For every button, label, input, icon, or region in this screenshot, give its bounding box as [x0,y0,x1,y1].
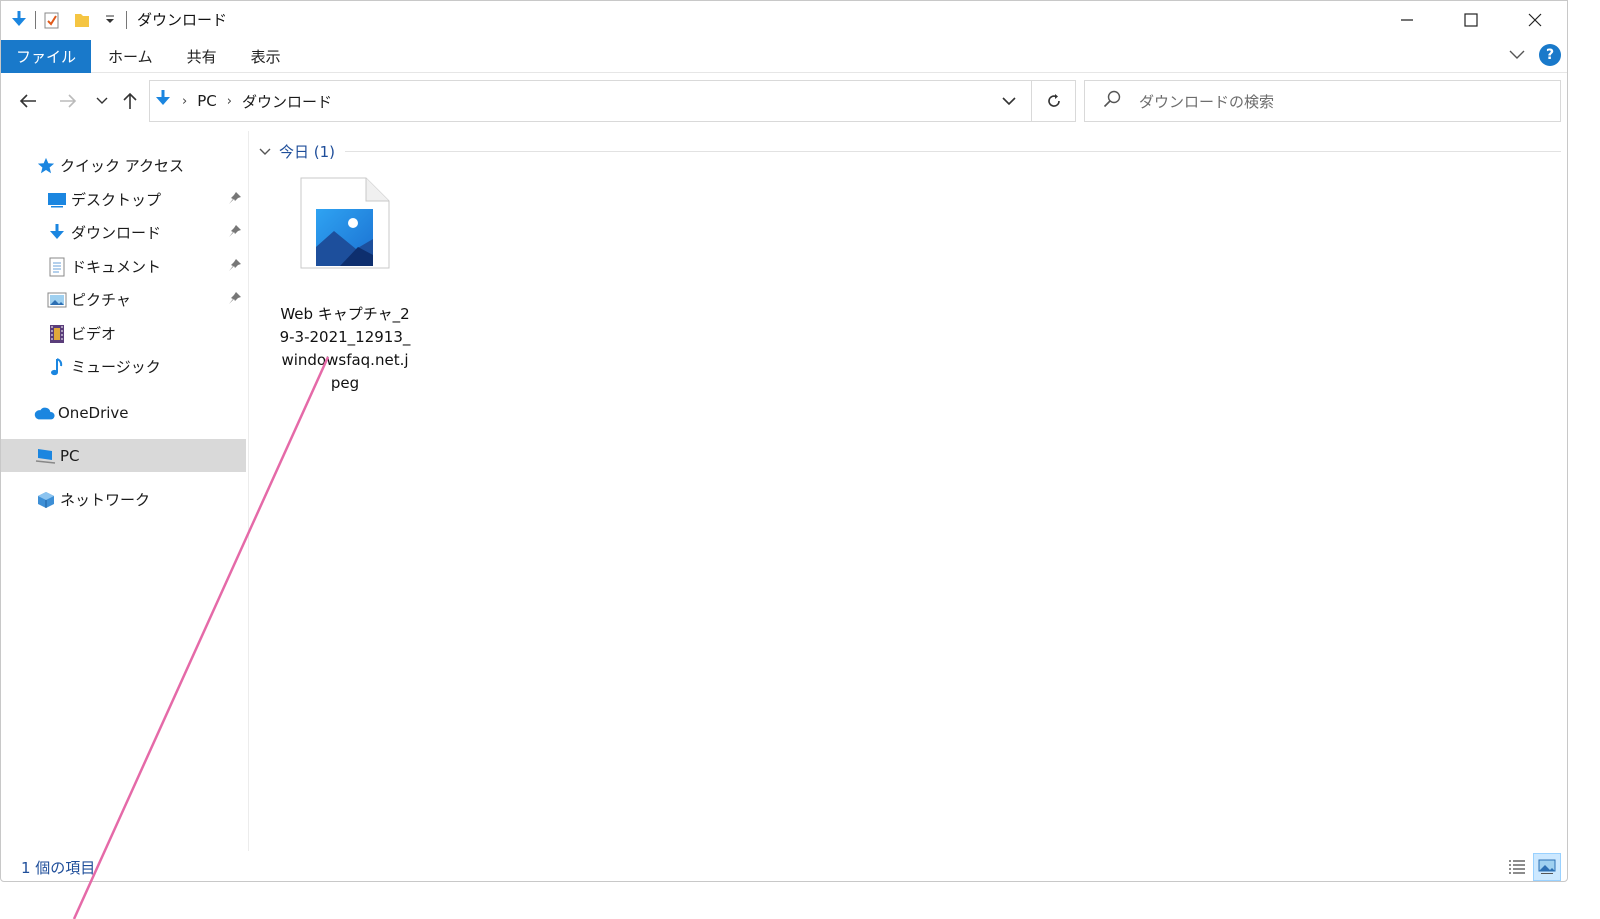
download-location-icon [154,89,172,113]
quick-access-dropdown-icon[interactable] [100,10,120,30]
desktop-icon [46,189,68,211]
pin-icon[interactable] [228,191,242,209]
expand-ribbon-icon[interactable] [1509,46,1525,64]
nav-item-desktop[interactable]: デスクトップ [1,183,246,216]
nav-item-label: PC [60,446,80,465]
explorer-window: ダウンロード ファイル ホーム 共有 表示 ? › PC › ダウンロード ダウ… [0,0,1568,882]
network-icon [35,489,57,511]
nav-item-label: ミュージック [71,358,161,376]
pin-icon[interactable] [228,224,242,242]
nav-item-label: OneDrive [58,403,129,422]
window-controls [1375,1,1567,38]
quick-access-separator [35,10,36,29]
picture-icon [46,289,68,311]
nav-item-downloads[interactable]: ダウンロード [1,216,246,249]
minimize-button[interactable] [1375,1,1439,38]
download-arrow-icon [9,10,29,30]
properties-icon[interactable] [42,10,62,30]
nav-item-label: ドキュメント [71,258,162,276]
tab-view[interactable]: 表示 [234,40,298,73]
nav-item-onedrive[interactable]: OneDrive [1,396,246,429]
address-row: › PC › ダウンロード ダウンロードの検索 [1,78,1567,124]
video-icon [46,323,68,345]
search-icon [1103,90,1121,112]
nav-item-videos[interactable]: ビデオ [1,317,246,350]
nav-item-label: ピクチャ [71,291,131,309]
nav-item-music[interactable]: ミュージック [1,350,246,383]
ribbon-tabs: ファイル ホーム 共有 表示 ? [1,39,1567,73]
nav-quick-access-label: クイック アクセス [60,157,185,175]
group-label: 今日 (1) [279,142,336,161]
nav-item-documents[interactable]: ドキュメント [1,250,246,283]
group-header-today[interactable]: 今日 (1) [259,139,1561,163]
window-title: ダウンロード [137,11,228,29]
nav-item-pictures[interactable]: ピクチャ [1,283,246,316]
refresh-button[interactable] [1031,81,1075,121]
details-view-button[interactable] [1503,853,1531,881]
pin-icon[interactable] [228,291,242,309]
nav-item-label: デスクトップ [71,191,162,209]
title-separator [126,10,127,29]
help-button[interactable]: ? [1539,44,1561,66]
back-button[interactable] [17,90,39,112]
nav-item-label: ネットワーク [60,491,151,509]
ribbon-right-controls: ? [1509,44,1561,66]
chevron-down-icon[interactable] [259,142,271,160]
tab-home[interactable]: ホーム [91,40,170,73]
star-icon [35,155,57,177]
status-bar: 1 個の項目 [1,853,1567,881]
close-button[interactable] [1503,1,1567,38]
document-icon [46,256,68,278]
music-icon [46,356,68,378]
large-icons-view-button[interactable] [1533,853,1561,881]
breadcrumb-chevron-icon[interactable]: › [182,94,187,109]
navigation-pane: クイック アクセス デスクトップ ダウンロード ドキュメント ピクチャ ビデオ … [1,131,249,851]
pin-icon[interactable] [228,258,242,276]
new-folder-icon[interactable] [72,10,92,30]
breadcrumb-chevron-icon[interactable]: › [227,94,232,109]
group-divider [345,150,1561,152]
file-item[interactable]: Web キャプチャ_29-3-2021_12913_windowsfaq.net… [279,177,411,399]
nav-item-label: ビデオ [71,325,117,343]
search-placeholder: ダウンロードの検索 [1139,92,1275,111]
breadcrumb-downloads[interactable]: ダウンロード [242,91,332,112]
nav-quick-access[interactable]: クイック アクセス [1,149,246,182]
address-bar[interactable]: › PC › ダウンロード [149,80,1076,122]
image-file-icon [300,177,390,273]
nav-item-network[interactable]: ネットワーク [1,483,246,516]
title-bar: ダウンロード [1,1,1567,38]
computer-icon [35,445,57,467]
search-box[interactable]: ダウンロードの検索 [1084,80,1561,122]
address-dropdown-button[interactable] [989,81,1029,121]
up-button[interactable] [119,90,141,112]
breadcrumb-pc[interactable]: PC [197,92,217,110]
nav-item-pc[interactable]: PC [1,439,246,472]
view-toggle [1503,853,1561,881]
tab-file[interactable]: ファイル [1,39,92,73]
maximize-button[interactable] [1439,1,1503,38]
tab-share[interactable]: 共有 [170,40,234,73]
nav-item-label: ダウンロード [71,224,162,242]
file-name: Web キャプチャ_29-3-2021_12913_windowsfaq.net… [279,305,411,392]
forward-button[interactable] [57,90,79,112]
item-count: 1 個の項目 [21,859,96,877]
recent-locations-button[interactable] [91,90,113,112]
download-icon [46,222,68,244]
cloud-icon [33,402,55,424]
